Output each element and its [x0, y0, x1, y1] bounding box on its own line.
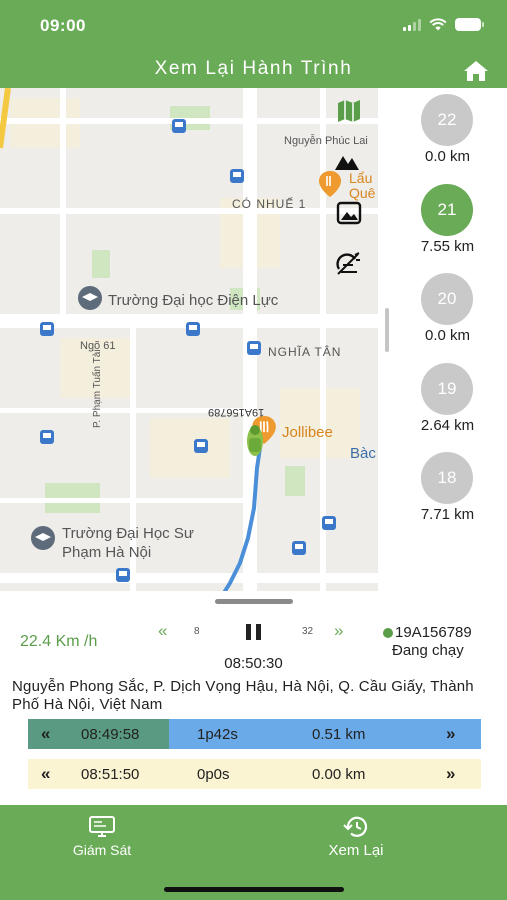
segment-distance: 0.51 km: [312, 726, 366, 743]
vehicle-status: Đang chạy: [392, 642, 464, 659]
monitor-icon: [89, 816, 115, 837]
cellular-signal-icon: [403, 18, 421, 31]
bus-stop-icon: [230, 169, 244, 183]
segment-time: 08:51:50: [81, 766, 140, 783]
street-label: CÓ NHUẾ 1: [232, 197, 307, 211]
street-label: NGHĨA TÂN: [268, 345, 342, 359]
school-pin-icon: [31, 526, 55, 550]
trip-item[interactable]: 20 0.0 km: [378, 273, 507, 353]
home-icon[interactable]: [463, 60, 489, 82]
tab-label: Giám Sát: [72, 842, 132, 858]
street-label: Nguyễn Phúc Lai: [284, 135, 368, 147]
wifi-icon: [429, 18, 447, 31]
street-label: P. Phạm Tuấn Tài: [92, 349, 103, 428]
pause-icon[interactable]: [246, 624, 262, 640]
forward-step: 32: [302, 626, 314, 637]
next-segment-icon[interactable]: »: [446, 724, 455, 744]
vehicle-marker-icon[interactable]: [242, 423, 268, 459]
vehicle-plate-label: 19A156789: [208, 406, 265, 418]
bus-stop-icon: [40, 322, 54, 336]
fast-forward-icon[interactable]: »: [334, 621, 343, 641]
battery-icon: [455, 18, 484, 31]
street-label: Bàc: [350, 445, 376, 462]
school-pin-icon: [78, 286, 102, 310]
restaurant-pin-icon: [319, 171, 341, 197]
segment-row[interactable]: « 08:51:50 0p0s 0.00 km »: [28, 759, 481, 789]
map-view[interactable]: Nguyễn Phúc Lai CÓ NHUẾ 1 Ngõ 61 NGHĨA T…: [0, 88, 378, 591]
current-address: Nguyễn Phong Sắc, P. Dịch Vọng Hậu, Hà N…: [12, 678, 474, 713]
poi-label: Lẩu Quê: [349, 171, 376, 201]
trip-list[interactable]: 22 0.0 km 21 7.55 km 20 0.0 km 19 2.64 k…: [378, 88, 507, 591]
rewind-step: 8: [194, 626, 200, 637]
segment-duration: 1p42s: [197, 726, 238, 743]
poi-label: Trường Đại học Điện Lực: [108, 292, 279, 309]
poi-label: Jollibee: [282, 424, 333, 441]
poi-label: Trường Đại Học Sư Phạm Hà Nội: [62, 525, 194, 561]
map-layer-icon[interactable]: [336, 98, 362, 124]
status-time: 09:00: [40, 16, 86, 35]
bus-stop-icon: [247, 341, 261, 355]
trip-number-badge: 22: [421, 94, 473, 146]
trip-distance: 0.0 km: [424, 327, 470, 344]
next-segment-icon[interactable]: »: [446, 764, 455, 784]
segment-row[interactable]: « 08:49:58 1p42s 0.51 km »: [28, 719, 481, 749]
bus-stop-icon: [194, 439, 208, 453]
trip-distance: 7.71 km: [420, 506, 475, 523]
segment-time: 08:49:58: [81, 726, 140, 743]
playback-panel: 22.4 Km /h « 8 32 » 08:50:30 19A156789 Đ…: [0, 591, 507, 805]
bus-stop-icon: [292, 541, 306, 555]
trip-distance: 7.55 km: [420, 238, 475, 255]
trip-distance: 2.64 km: [420, 417, 475, 434]
trip-item[interactable]: 18 7.71 km: [378, 452, 507, 532]
home-indicator[interactable]: [164, 887, 344, 892]
trip-number-badge: 19: [421, 363, 473, 415]
tab-history[interactable]: Xem Lại: [304, 805, 408, 865]
trip-item[interactable]: 21 7.55 km: [378, 184, 507, 264]
segment-duration: 0p0s: [197, 766, 230, 783]
status-icons: [403, 18, 484, 31]
terrain-icon[interactable]: [334, 148, 360, 174]
tab-monitoring[interactable]: Giám Sát: [50, 805, 154, 865]
segment-distance: 0.00 km: [312, 766, 366, 783]
trip-number-badge: 20: [421, 273, 473, 325]
tab-label: Xem Lại: [328, 842, 384, 859]
trip-number-badge: 21: [421, 184, 473, 236]
rewind-icon[interactable]: «: [158, 621, 167, 641]
bus-stop-icon: [40, 430, 54, 444]
trip-item[interactable]: 19 2.64 km: [378, 363, 507, 443]
history-icon: [343, 816, 368, 837]
previous-segment-icon[interactable]: «: [41, 724, 50, 744]
panel-drag-handle[interactable]: [215, 599, 293, 604]
vehicle-status-dot: [383, 628, 393, 638]
trip-list-scrollbar[interactable]: [385, 308, 389, 352]
traffic-toggle-icon[interactable]: [335, 251, 361, 277]
tab-bar: Giám Sát Xem Lại: [0, 805, 507, 900]
trip-number-badge: 18: [421, 452, 473, 504]
bus-stop-icon: [186, 322, 200, 336]
bus-stop-icon: [172, 119, 186, 133]
bus-stop-icon: [116, 568, 130, 582]
app-header: 09:00 Xem Lại Hành Trình: [0, 0, 507, 88]
page-title: Xem Lại Hành Trình: [154, 58, 353, 79]
vehicle-plate: 19A156789: [395, 624, 472, 641]
satellite-image-icon[interactable]: [336, 200, 362, 226]
speed-readout: 22.4 Km /h: [20, 633, 98, 650]
trip-distance: 0.0 km: [424, 148, 470, 165]
trip-item[interactable]: 22 0.0 km: [378, 94, 507, 174]
previous-segment-icon[interactable]: «: [41, 764, 50, 784]
bus-stop-icon: [322, 516, 336, 530]
